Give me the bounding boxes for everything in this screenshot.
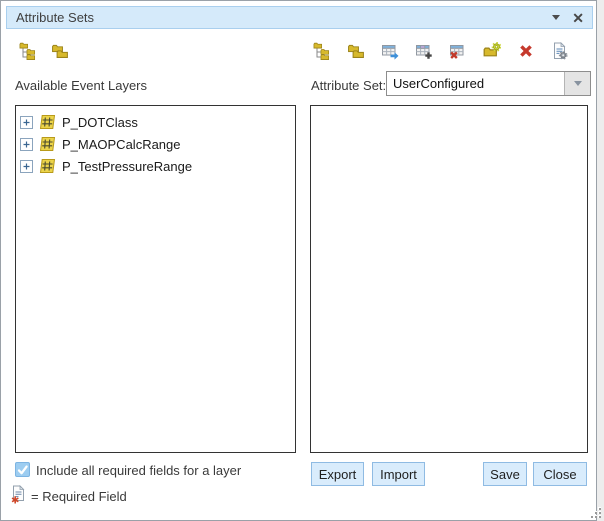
folder-settings-icon[interactable]	[483, 42, 501, 60]
expand-icon[interactable]	[20, 138, 33, 151]
attribute-set-value[interactable]: UserConfigured	[387, 72, 564, 95]
dialog-title: Attribute Sets	[7, 10, 94, 25]
add-table-icon[interactable]	[415, 42, 433, 60]
attribute-set-label: Attribute Set:	[311, 78, 386, 93]
event-layer-icon	[39, 136, 56, 152]
event-layer-tree-icon[interactable]	[313, 42, 331, 60]
include-required-checkbox[interactable]	[15, 462, 30, 477]
open-folders-icon[interactable]	[347, 42, 365, 60]
available-event-layers-list: P_DOTClass P_MAOPCalcRange P_TestPressur	[15, 105, 296, 453]
layer-name: P_TestPressureRange	[62, 159, 192, 174]
layer-name: P_MAOPCalcRange	[62, 137, 181, 152]
event-layer-icon	[39, 158, 56, 174]
caret-down-icon[interactable]	[552, 15, 560, 20]
layer-name: P_DOTClass	[62, 115, 138, 130]
attribute-set-fields-list[interactable]	[310, 105, 588, 453]
event-layer-tree-icon[interactable]	[19, 42, 37, 60]
import-button[interactable]: Import	[372, 462, 425, 486]
attribute-sets-dialog: Attribute Sets ✕	[0, 0, 597, 521]
svg-text:✱: ✱	[11, 495, 19, 504]
remove-table-icon[interactable]	[449, 42, 467, 60]
include-required-label: Include all required fields for a layer	[36, 463, 241, 478]
export-table-icon[interactable]	[381, 42, 399, 60]
combobox-dropdown-button[interactable]	[564, 72, 590, 95]
event-layer-icon	[39, 114, 56, 130]
toolbar-left	[19, 42, 69, 60]
available-event-layers-label: Available Event Layers	[15, 78, 147, 93]
resize-grip[interactable]	[588, 505, 602, 519]
layer-row-p-dotclass[interactable]: P_DOTClass	[16, 111, 295, 133]
check-icon	[16, 463, 29, 476]
save-button[interactable]: Save	[483, 462, 527, 486]
close-button[interactable]: Close	[533, 462, 587, 486]
titlebar: Attribute Sets ✕	[6, 6, 593, 29]
required-field-icon: ✱	[11, 485, 26, 504]
folders-icon[interactable]	[51, 42, 69, 60]
layer-row-p-testpressurerange[interactable]: P_TestPressureRange	[16, 155, 295, 177]
expand-icon[interactable]	[20, 160, 33, 173]
export-button[interactable]: Export	[311, 462, 364, 486]
expand-icon[interactable]	[20, 116, 33, 129]
layer-row-p-maopcalcrange[interactable]: P_MAOPCalcRange	[16, 133, 295, 155]
close-icon[interactable]: ✕	[572, 11, 584, 25]
document-settings-icon[interactable]	[551, 42, 569, 60]
toolbar-right	[313, 42, 569, 60]
delete-icon[interactable]	[517, 42, 535, 60]
required-field-label: = Required Field	[31, 489, 127, 504]
attribute-set-combobox[interactable]: UserConfigured	[386, 71, 591, 96]
chevron-down-icon	[574, 81, 582, 86]
